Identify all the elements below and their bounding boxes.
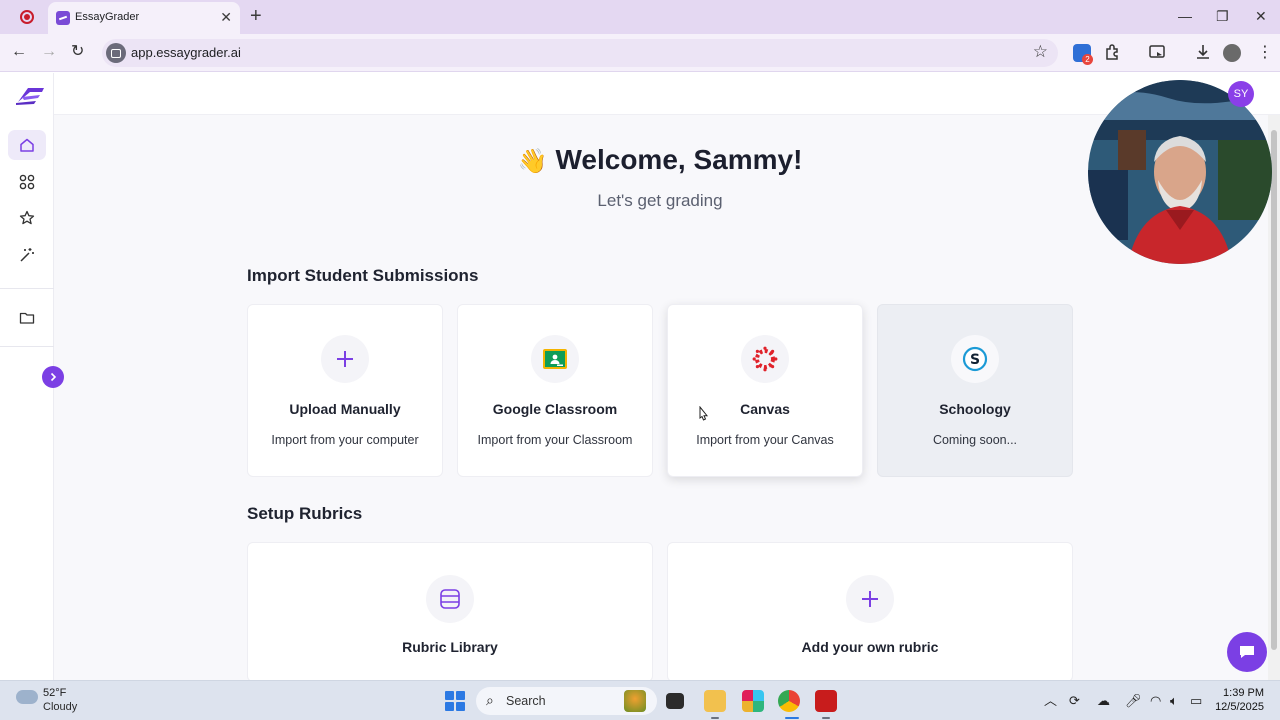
url-text[interactable]: app.essaygrader.ai xyxy=(131,45,241,60)
rubric-library-icon xyxy=(426,575,474,623)
scrollbar[interactable] xyxy=(1268,115,1280,680)
address-bar[interactable]: app.essaygrader.ai ☆ xyxy=(102,39,1058,67)
minimize-icon[interactable]: — xyxy=(1178,6,1192,26)
search-icon: ⌕ xyxy=(486,692,494,708)
tab-title: EssayGrader xyxy=(75,11,140,23)
grid-icon xyxy=(19,174,35,190)
waving-hand-icon: 👋 xyxy=(517,148,548,175)
sidebar-divider xyxy=(0,288,54,289)
card-subtitle: Import from your computer xyxy=(271,433,419,447)
download-icon[interactable] xyxy=(1194,43,1212,67)
mouse-cursor-icon xyxy=(699,406,709,421)
user-avatar[interactable]: SY xyxy=(1228,81,1254,107)
welcome-text: Welcome, Sammy! xyxy=(555,144,803,175)
webcam-presenter-image xyxy=(1088,80,1272,264)
schoology-icon: S xyxy=(951,335,999,383)
upload-manually-card[interactable]: Upload Manually Import from your compute… xyxy=(247,304,443,477)
back-icon[interactable]: ← xyxy=(11,43,27,61)
windows-taskbar: 52°F Cloudy ⌕ Search ︿ ⟳ ☁ 🎤︎ ◠ 🔈︎ ▭ 1:3… xyxy=(0,680,1280,720)
star-icon xyxy=(19,210,35,225)
sidebar-expand-button[interactable] xyxy=(42,366,64,388)
scrollbar-thumb[interactable] xyxy=(1271,130,1277,650)
app-top-bar xyxy=(54,73,1280,115)
bookmark-star-icon[interactable]: ☆ xyxy=(1033,42,1048,62)
tray-volume-icon[interactable]: 🔈︎ xyxy=(1170,692,1178,710)
browser-tab-essaygrader[interactable]: EssayGrader ✕ xyxy=(48,2,240,34)
plus-icon xyxy=(321,335,369,383)
card-subtitle: Coming soon... xyxy=(932,433,1018,447)
chat-icon xyxy=(1240,646,1254,658)
add-own-rubric-card[interactable]: Add your own rubric xyxy=(667,542,1073,682)
chrome-icon[interactable] xyxy=(778,690,800,712)
rubrics-section-title: Setup Rubrics xyxy=(247,504,363,523)
extension-badge-count: 2 xyxy=(1082,54,1093,65)
browser-tab-bar: EssayGrader ✕ + — ❐ ✕ xyxy=(0,0,1280,34)
taskbar-search-text: Search xyxy=(506,694,546,708)
rubric-library-card[interactable]: Rubric Library xyxy=(247,542,653,682)
card-title: Rubric Library xyxy=(402,639,498,655)
app-running-indicator xyxy=(822,717,830,719)
chat-support-button[interactable] xyxy=(1227,632,1267,672)
schoology-card: S Schoology Coming soon... xyxy=(877,304,1073,477)
app-running-indicator xyxy=(785,717,799,719)
webcam-overlay xyxy=(1088,80,1272,264)
app-running-indicator xyxy=(711,717,719,719)
tray-sync-icon[interactable]: ⟳ xyxy=(1069,692,1080,710)
puzzle-icon[interactable] xyxy=(1104,43,1122,67)
slack-icon[interactable] xyxy=(742,690,764,712)
new-tab-plus-icon[interactable]: + xyxy=(250,5,262,27)
tray-battery-icon[interactable]: ▭ xyxy=(1190,692,1202,710)
tray-onedrive-icon[interactable]: ☁ xyxy=(1097,692,1110,710)
google-classroom-card[interactable]: Google Classroom Import from your Classr… xyxy=(457,304,653,477)
cloud-weather-icon[interactable] xyxy=(16,690,38,704)
essaygrader-logo-icon[interactable] xyxy=(14,85,46,105)
terminal-app-icon[interactable] xyxy=(666,693,684,709)
close-icon[interactable]: ✕ xyxy=(220,9,232,25)
import-section-title: Import Student Submissions xyxy=(247,266,479,285)
card-title: Schoology xyxy=(939,401,1011,417)
svg-text:S: S xyxy=(970,352,980,368)
canvas-card[interactable]: Canvas Import from your Canvas xyxy=(667,304,863,477)
sidebar-item-folders[interactable] xyxy=(8,303,46,333)
tray-wifi-icon[interactable]: ◠ xyxy=(1150,692,1161,710)
profile-icon[interactable] xyxy=(1223,44,1241,62)
card-title: Upload Manually xyxy=(289,401,401,417)
tray-microphone-icon[interactable]: 🎤︎ xyxy=(1125,692,1142,710)
sidebar-divider xyxy=(0,346,54,347)
card-subtitle: Import from your Canvas xyxy=(696,433,834,447)
card-title: Add your own rubric xyxy=(801,639,939,655)
site-info-icon[interactable] xyxy=(106,43,126,63)
taskbar-clock-time[interactable]: 1:39 PM xyxy=(1222,687,1264,699)
sidebar-item-magic[interactable] xyxy=(8,240,46,270)
acrobat-icon[interactable] xyxy=(815,690,837,712)
google-classroom-icon xyxy=(531,335,579,383)
windows-start-icon[interactable] xyxy=(445,691,465,711)
essaygrader-favicon-icon xyxy=(56,11,70,25)
weather-description[interactable]: Cloudy xyxy=(43,701,77,713)
window-close-icon[interactable]: ✕ xyxy=(1255,6,1267,26)
menu-icon[interactable]: ⋮ xyxy=(1257,43,1273,63)
magic-wand-icon xyxy=(20,248,34,262)
plus-icon xyxy=(846,575,894,623)
reload-icon[interactable]: ↻ xyxy=(71,43,84,61)
media-icon[interactable] xyxy=(1148,43,1166,67)
file-explorer-icon[interactable] xyxy=(704,690,726,712)
record-icon[interactable] xyxy=(20,10,34,24)
chevron-right-icon xyxy=(50,372,57,382)
folder-icon xyxy=(19,312,35,324)
canvas-icon xyxy=(741,335,789,383)
taskbar-clock-date[interactable]: 12/5/2025 xyxy=(1210,701,1264,713)
weather-temperature[interactable]: 52°F xyxy=(43,687,66,699)
welcome-subtitle: Let's get grading xyxy=(597,191,723,210)
forward-icon[interactable]: → xyxy=(41,43,57,61)
maximize-icon[interactable]: ❐ xyxy=(1216,6,1229,26)
card-title: Google Classroom xyxy=(492,401,618,417)
tree-widget-icon[interactable] xyxy=(624,690,646,712)
card-subtitle: Import from your Classroom xyxy=(477,433,633,447)
tray-chevron-up-icon[interactable]: ︿ xyxy=(1044,692,1057,710)
